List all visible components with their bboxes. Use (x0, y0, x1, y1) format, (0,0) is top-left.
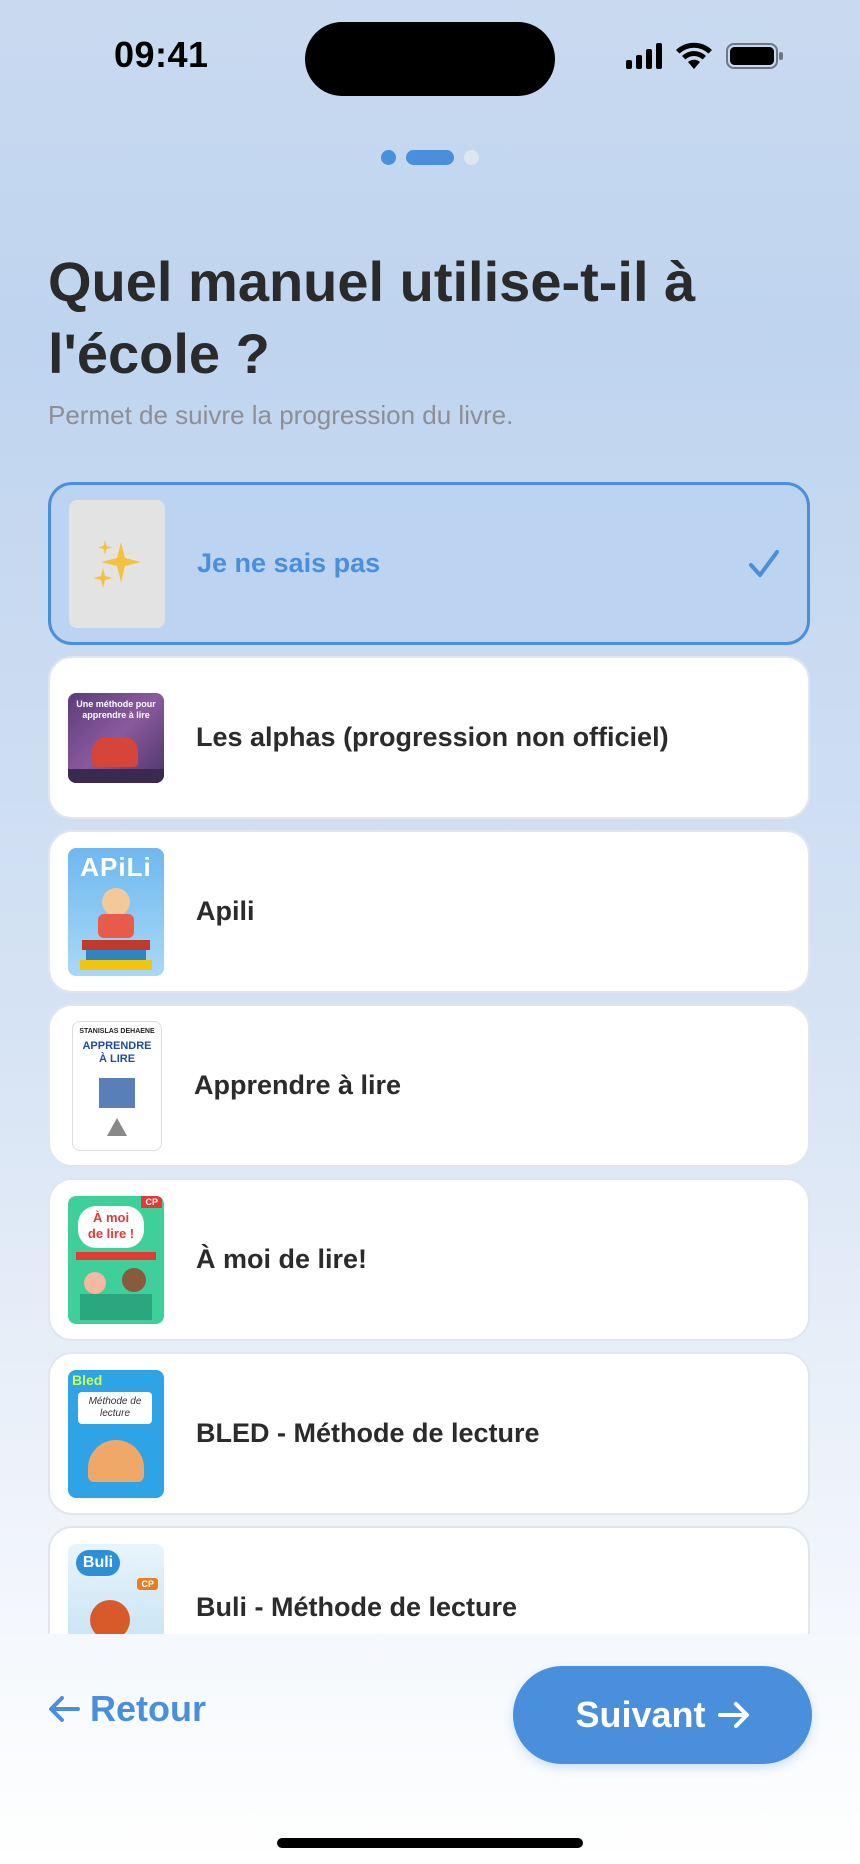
alphas-cover-image: Une méthode pour apprendre à lire (68, 692, 164, 783)
option-buli[interactable]: Buli CP Buli - Méthode de lecture (48, 1526, 810, 1634)
status-time: 09:41 (114, 34, 209, 75)
cover-author: STANISLAS DEHAENE (79, 1027, 155, 1035)
status-icons (626, 42, 784, 70)
cover-brand: Bled (72, 1371, 103, 1388)
next-button[interactable]: Suivant (513, 1666, 812, 1764)
cover-badge: CP (141, 1195, 162, 1208)
cover-title-line-1: À moi (92, 1209, 130, 1225)
option-label: Apili (196, 896, 255, 926)
wifi-icon (676, 42, 712, 69)
cover-title-line-1: APPRENDRE (82, 1039, 152, 1052)
step-dot-upcoming (464, 150, 479, 165)
page-title: Quel manuel utilise-t-il à l'école ? (48, 250, 696, 385)
option-label: Buli - Méthode de lecture (196, 1592, 518, 1622)
option-label: Apprendre à lire (194, 1070, 402, 1100)
apili-cover-title: APiLi (80, 851, 152, 882)
alphas-cover-text: Une méthode pour apprendre à lire (76, 698, 156, 720)
step-dot-current (406, 150, 454, 165)
checkmark-icon (749, 549, 779, 577)
step-indicator (0, 150, 860, 165)
bled-cover-image: Bled Méthode de lecture (68, 1369, 164, 1498)
apili-cover-image: APiLi (68, 847, 164, 976)
cover-title-line-2: À LIRE (98, 1052, 136, 1065)
status-bar: 09:41 (0, 0, 860, 120)
page-subtitle: Permet de suivre la progression du livre… (48, 400, 514, 430)
option-bled[interactable]: Bled Méthode de lecture BLED - Méthode d… (48, 1352, 810, 1515)
a-moi-de-lire-cover-image: CP À moi de lire ! (68, 1195, 164, 1324)
option-label: À moi de lire! (196, 1244, 368, 1274)
next-button-label: Suivant (575, 1694, 706, 1735)
textbook-list[interactable]: Je ne sais pas Une méthode pour apprendr… (0, 470, 860, 1634)
dynamic-island (305, 22, 555, 96)
cover-title: Méthode de lecture (88, 1395, 142, 1419)
back-button[interactable]: Retour (48, 1688, 206, 1730)
home-indicator (277, 1838, 583, 1848)
option-label: BLED - Méthode de lecture (196, 1418, 540, 1448)
sparkles-icon (69, 499, 165, 628)
option-label: Je ne sais pas (197, 548, 381, 578)
arrow-left-icon (49, 1696, 80, 1722)
option-a-moi-de-lire[interactable]: CP À moi de lire ! À moi de lire! (48, 1178, 810, 1341)
option-les-alphas[interactable]: Une méthode pour apprendre à lire Les al… (48, 656, 810, 819)
step-dot-done (381, 150, 396, 165)
back-button-label: Retour (90, 1688, 206, 1729)
buli-cover-image: Buli CP (68, 1543, 164, 1634)
option-je-ne-sais-pas[interactable]: Je ne sais pas (48, 482, 810, 645)
apprendre-a-lire-cover-image: STANISLAS DEHAENE APPRENDRE À LIRE (72, 1020, 162, 1151)
cover-brand: Buli (76, 1549, 120, 1576)
cover-badge: CP (137, 1577, 158, 1590)
option-label: Les alphas (progression non officiel) (196, 722, 669, 752)
cover-title-line-2: de lire ! (87, 1225, 135, 1241)
battery-icon (726, 43, 783, 69)
option-apprendre-a-lire[interactable]: STANISLAS DEHAENE APPRENDRE À LIRE Appre… (48, 1004, 810, 1167)
option-apili[interactable]: APiLi Apili (48, 830, 810, 993)
arrow-right-icon (717, 1702, 749, 1728)
cellular-signal-icon (626, 43, 662, 69)
